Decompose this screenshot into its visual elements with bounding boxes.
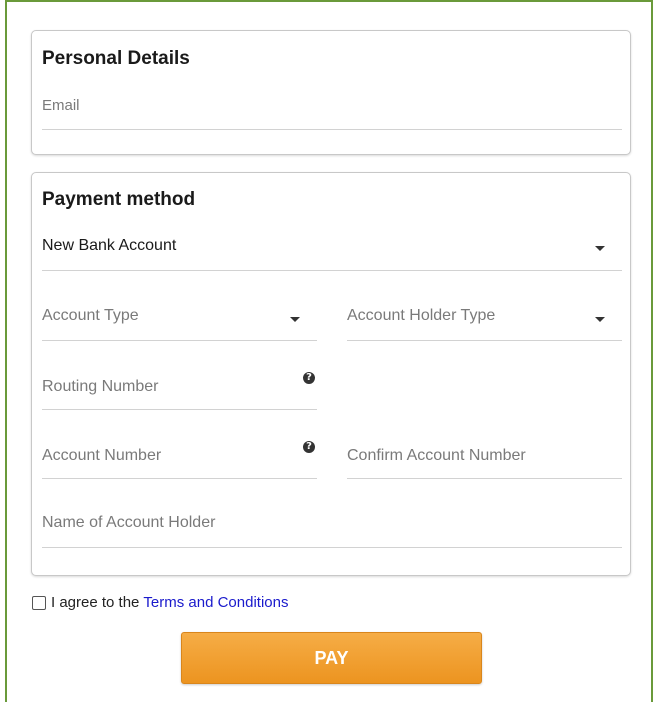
personal-details-title: Personal Details bbox=[42, 48, 190, 69]
terms-text: I agree to the bbox=[51, 594, 140, 611]
account-holder-name-field[interactable]: Name of Account Holder bbox=[42, 506, 622, 548]
payment-method-title: Payment method bbox=[42, 189, 196, 210]
account-holder-type-placeholder: Account Holder Type bbox=[347, 307, 496, 324]
payment-method-card: Payment method New Bank Account Account … bbox=[31, 172, 631, 576]
account-number-field[interactable]: Account Number ? bbox=[42, 438, 317, 479]
email-field[interactable]: Email bbox=[42, 89, 622, 130]
account-number-placeholder: Account Number bbox=[42, 447, 162, 464]
question-circle-icon[interactable]: ? bbox=[303, 372, 315, 384]
confirm-account-number-placeholder: Confirm Account Number bbox=[347, 447, 526, 464]
pay-button[interactable]: PAY bbox=[181, 632, 482, 684]
chevron-down-icon bbox=[290, 317, 300, 322]
account-holder-type-select[interactable]: Account Holder Type bbox=[347, 301, 622, 341]
chevron-down-icon bbox=[595, 317, 605, 322]
terms-link[interactable]: Terms and Conditions bbox=[143, 594, 288, 611]
payment-method-value: New Bank Account bbox=[42, 237, 177, 254]
terms-checkbox[interactable] bbox=[32, 595, 46, 610]
terms-agreement: I agree to the Terms and Conditions bbox=[32, 594, 288, 611]
email-placeholder: Email bbox=[42, 97, 80, 114]
confirm-account-number-field[interactable]: Confirm Account Number bbox=[347, 438, 622, 479]
payment-method-select[interactable]: New Bank Account bbox=[42, 231, 622, 271]
routing-number-field[interactable]: Routing Number ? bbox=[42, 369, 317, 410]
account-type-placeholder: Account Type bbox=[42, 307, 139, 324]
routing-number-placeholder: Routing Number bbox=[42, 378, 159, 395]
account-holder-name-placeholder: Name of Account Holder bbox=[42, 514, 216, 531]
personal-details-card: Personal Details Email bbox=[31, 30, 631, 155]
account-type-select[interactable]: Account Type bbox=[42, 301, 317, 341]
chevron-down-icon bbox=[595, 246, 605, 251]
question-circle-icon[interactable]: ? bbox=[303, 441, 315, 453]
